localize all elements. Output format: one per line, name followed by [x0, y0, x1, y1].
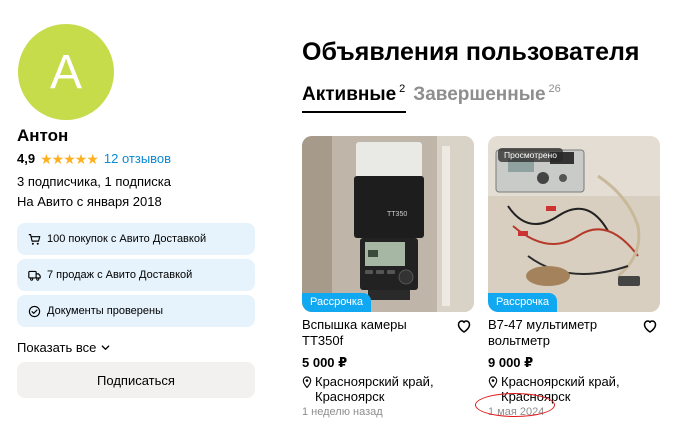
- reviews-link[interactable]: 12 отзывов: [104, 151, 171, 166]
- avatar[interactable]: A: [18, 24, 114, 120]
- page-title: Объявления пользователя: [302, 38, 640, 66]
- check-circle-icon: [27, 304, 41, 318]
- rating-stars: ★ ★ ★ ★ ★: [40, 150, 99, 167]
- info-card-documents[interactable]: Документы проверены: [17, 295, 255, 327]
- cart-icon: [27, 232, 41, 246]
- show-all-label: Показать все: [17, 340, 97, 355]
- user-name: Антон: [17, 126, 69, 145]
- heart-icon[interactable]: [456, 318, 472, 334]
- listing-date: 1 неделю назад: [302, 406, 383, 418]
- subscribe-button[interactable]: Подписаться: [17, 362, 255, 398]
- truck-icon: [27, 268, 41, 282]
- chevron-down-icon: [102, 345, 110, 350]
- listing-title[interactable]: Вспышка камеры TT350f: [302, 317, 442, 349]
- listing-location: Красноярский край, Красноярск: [302, 374, 474, 404]
- star-icon: ★: [74, 150, 88, 167]
- info-card-purchases[interactable]: 100 покупок с Авито Доставкой: [17, 223, 255, 255]
- listing-photo[interactable]: TT350 Рассрочка: [302, 136, 474, 312]
- listing-price: 5 000 ₽: [302, 355, 348, 370]
- tab-count: 26: [548, 83, 561, 95]
- star-icon: ★: [40, 150, 53, 167]
- location-pin-icon: [488, 376, 498, 388]
- rating-value: 4,9: [17, 151, 36, 166]
- location-pin-icon: [302, 376, 312, 388]
- tab-completed[interactable]: Завершенные 26: [413, 83, 561, 106]
- listing-tabs: Активные 2 Завершенные 26: [302, 83, 569, 106]
- info-card-label: 7 продаж с Авито Доставкой: [47, 269, 193, 281]
- multimeter-photo: [488, 136, 660, 312]
- location-text: Красноярский край, Красноярск: [315, 374, 434, 404]
- tab-label: Активные: [302, 84, 397, 105]
- active-tab-indicator: [302, 111, 406, 113]
- annotation-circle: [475, 393, 555, 417]
- installment-badge: Рассрочка: [302, 293, 371, 312]
- tab-active[interactable]: Активные 2: [302, 83, 406, 106]
- svg-text:TT350: TT350: [387, 211, 407, 218]
- info-card-sales[interactable]: 7 продаж с Авито Доставкой: [17, 259, 255, 291]
- listing-photo[interactable]: Просмотрено Рассрочка: [488, 136, 660, 312]
- listing-price: 9 000 ₽: [488, 355, 534, 370]
- rating-row: 4,9 ★ ★ ★ ★ ★ 12 отзывов: [17, 151, 171, 166]
- show-all-button[interactable]: Показать все: [17, 340, 110, 355]
- heart-icon[interactable]: [642, 318, 658, 334]
- listing-card[interactable]: Просмотрено Рассрочка В7-47 мультиметр в…: [488, 136, 660, 418]
- tab-label: Завершенные: [413, 84, 546, 105]
- tab-count: 2: [399, 83, 406, 95]
- info-card-label: Документы проверены: [47, 305, 164, 317]
- star-icon: ★: [63, 150, 76, 167]
- listing-card[interactable]: TT350 Рассрочка Вспышка камеры TT350f 5 …: [302, 136, 474, 418]
- listing-title[interactable]: В7-47 мультиметр вольтметр: [488, 317, 628, 349]
- flash-photo: TT350: [302, 136, 474, 312]
- viewed-badge: Просмотрено: [498, 148, 563, 162]
- info-card-label: 100 покупок с Авито Доставкой: [47, 233, 207, 245]
- star-icon: ★: [86, 150, 99, 167]
- subscriptions-info[interactable]: 3 подписчика, 1 подписка: [17, 174, 171, 189]
- star-icon: ★: [51, 150, 65, 167]
- member-since: На Авито с января 2018: [17, 194, 162, 209]
- installment-badge: Рассрочка: [488, 293, 557, 312]
